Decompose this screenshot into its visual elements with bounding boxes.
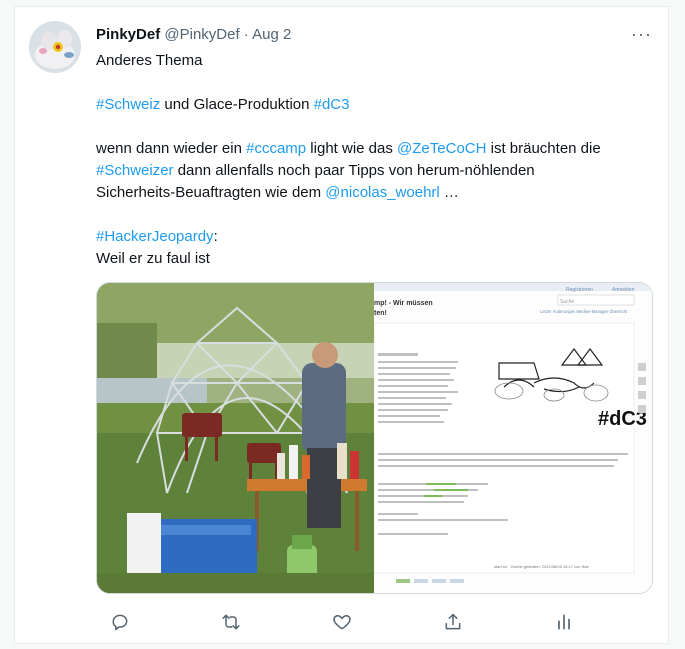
- text-line: #Schweiz und Glace-Produktion #dC3: [96, 94, 656, 116]
- wiki-title-2: ten!: [374, 310, 387, 317]
- hashtag-link[interactable]: #HackerJeopardy: [96, 228, 214, 245]
- wiki-footer: start.txt · Zuletzt geändert: 2021/08/05…: [494, 564, 589, 569]
- text: ist bräuchten die: [486, 140, 601, 157]
- reply-icon: [112, 614, 128, 631]
- share-button[interactable]: [435, 607, 471, 637]
- photo-dome-tent[interactable]: [97, 283, 374, 593]
- nav-login: Anmelden: [612, 287, 635, 293]
- analytics-icon: [558, 614, 570, 630]
- text-line: #HackerJeopardy:: [96, 226, 656, 248]
- hashtag-link[interactable]: #Schweiz: [96, 96, 160, 113]
- text-line: Sicherheits-Beuaftragten wie dem @nicola…: [96, 182, 656, 204]
- text: Anderes Thema: [96, 52, 203, 69]
- mention-link[interactable]: @nicolas_woehrl: [325, 184, 439, 201]
- wiki-search: Suche: [560, 299, 574, 305]
- nav-register: Registrieren: [566, 287, 593, 293]
- text: :: [213, 228, 218, 245]
- text: light wie das: [306, 140, 398, 157]
- wiki-links: Letzte Änderungen Medien-Manager Übersic…: [540, 309, 628, 314]
- wiki-title: mp! - Wir müssen: [374, 300, 433, 307]
- text: wenn dann wieder ein: [96, 140, 247, 157]
- mention-link[interactable]: @ZeTeCoCH: [397, 140, 486, 157]
- like-icon: [333, 615, 351, 630]
- tweet-header: PinkyDef @PinkyDef · Aug 2: [96, 26, 652, 48]
- text: …: [439, 184, 459, 201]
- text: Sicherheits-Beuaftragten wie dem: [96, 184, 326, 201]
- separator: ·: [239, 26, 253, 43]
- display-name[interactable]: PinkyDef: [96, 26, 160, 43]
- photo-wiki-screenshot[interactable]: Registrieren Anmelden mp! - Wir müssen t…: [373, 283, 652, 593]
- hashtag-link[interactable]: #Schweizer: [96, 162, 174, 179]
- hashtag-link[interactable]: #cccamp: [246, 140, 306, 157]
- text: dann allenfalls noch paar Tipps von heru…: [173, 162, 535, 179]
- text-line: wenn dann wieder ein #cccamp light wie d…: [96, 138, 656, 160]
- media-container[interactable]: Registrieren Anmelden mp! - Wir müssen t…: [96, 282, 653, 594]
- avatar[interactable]: [29, 21, 81, 73]
- retweet-button[interactable]: [213, 607, 249, 637]
- text: Weil er zu faul ist: [96, 250, 210, 267]
- timestamp[interactable]: Aug 2: [252, 26, 291, 43]
- text: und Glace-Produktion: [160, 96, 314, 113]
- retweet-icon: [222, 614, 240, 630]
- like-button[interactable]: [324, 607, 360, 637]
- share-icon: [445, 613, 461, 630]
- handle[interactable]: @PinkyDef: [164, 26, 239, 43]
- analytics-button[interactable]: [546, 607, 582, 637]
- reply-button[interactable]: [102, 607, 138, 637]
- more-options-icon[interactable]: ···: [631, 24, 652, 45]
- hashtag-link[interactable]: #dC3: [314, 96, 350, 113]
- tweet-actions: [96, 607, 576, 637]
- text-line: Weil er zu faul ist: [96, 248, 656, 270]
- text-line: #Schweizer dann allenfalls noch paar Tip…: [96, 160, 656, 182]
- tweet-card[interactable]: PinkyDef @PinkyDef · Aug 2 ··· Anderes T…: [14, 6, 669, 644]
- text-line: Anderes Thema: [96, 50, 656, 72]
- tweet-text: Anderes Thema #Schweiz und Glace-Produkt…: [96, 50, 656, 270]
